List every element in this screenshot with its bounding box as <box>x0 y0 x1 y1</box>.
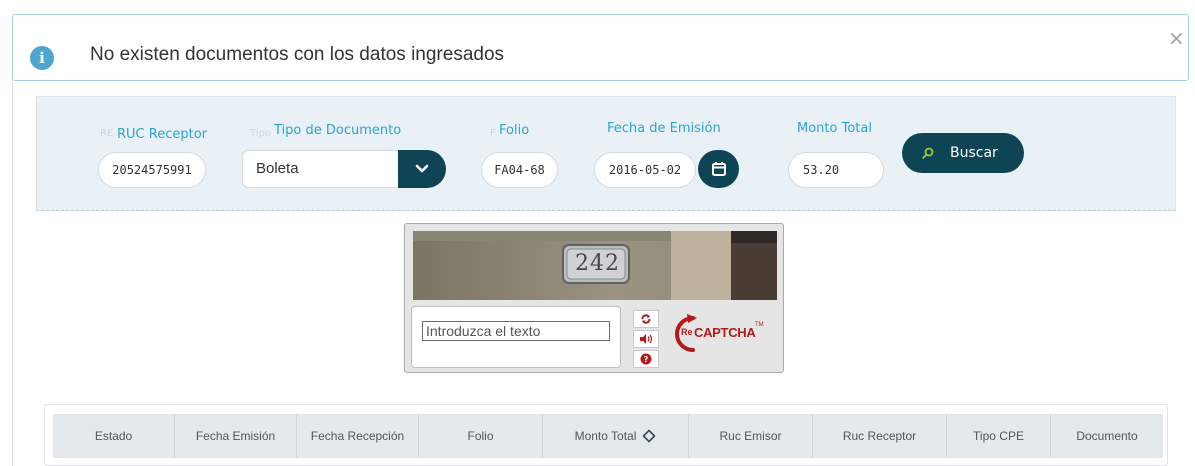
ruc-ghost-label: RE <box>100 128 114 139</box>
search-icon <box>922 133 934 173</box>
calendar-button[interactable] <box>698 150 739 188</box>
captcha-input-box: Introduzca el texto <box>411 306 621 368</box>
page: i No existen documentos con los datos in… <box>0 0 1195 466</box>
header-label: Folio <box>467 429 494 443</box>
tipo-documento-label: Tipo de Documento <box>274 123 402 138</box>
fecha-emision-input[interactable]: 2016-05-02 <box>594 152 696 188</box>
calendar-icon <box>711 162 726 176</box>
refresh-icon[interactable] <box>633 310 659 328</box>
column-header-ruc-receptor[interactable]: Ruc Receptor <box>813 414 947 458</box>
left-divider <box>12 81 13 466</box>
recaptcha-widget: 242 Introduzca el texto ? Re CAPTCHA TM <box>404 223 784 373</box>
captcha-text: 242 <box>575 251 620 276</box>
info-icon: i <box>30 46 54 70</box>
header-label: Ruc Emisor <box>719 429 782 443</box>
folio-ghost-label: F <box>490 128 496 139</box>
header-label: Fecha Emisión <box>195 429 276 443</box>
header-label: Ruc Receptor <box>842 429 917 443</box>
header-label: Fecha Recepción <box>310 429 405 443</box>
help-icon[interactable]: ? <box>633 350 659 368</box>
ruc-receptor-input[interactable]: 20524575991 <box>98 152 206 188</box>
column-header-folio[interactable]: Folio <box>419 414 543 458</box>
fecha-emision-value: 2016-05-02 <box>608 163 682 177</box>
fecha-emision-label: Fecha de Emisión <box>607 121 721 136</box>
folio-input[interactable]: FA04-68 <box>481 152 558 188</box>
alert-message: No existen documentos con los datos ingr… <box>90 44 505 65</box>
column-header-monto-total[interactable]: Monto Total <box>543 414 689 458</box>
svg-text:?: ? <box>644 355 649 364</box>
table-header: Estado Fecha Emisión Fecha Recepción Fol… <box>53 414 1163 458</box>
captcha-input[interactable]: Introduzca el texto <box>422 321 610 341</box>
header-label: Estado <box>94 429 133 443</box>
folio-value: FA04-68 <box>494 163 545 177</box>
tipo-documento-select[interactable]: Boleta <box>242 150 446 188</box>
column-header-documento[interactable]: Documento <box>1051 414 1163 458</box>
column-header-fecha-recepcion[interactable]: Fecha Recepción <box>297 414 419 458</box>
recaptcha-tm: TM <box>755 322 764 328</box>
monto-total-value: 53.20 <box>803 163 840 177</box>
buscar-label: Buscar <box>950 145 998 161</box>
recaptcha-logo-text: CAPTCHA <box>694 325 756 340</box>
recaptcha-logo: Re CAPTCHA TM <box>667 312 777 354</box>
column-header-ruc-emisor[interactable]: Ruc Emisor <box>689 414 813 458</box>
column-header-fecha-emision[interactable]: Fecha Emisión <box>175 414 297 458</box>
chevron-down-icon[interactable] <box>398 150 446 188</box>
ruc-receptor-value: 20524575991 <box>112 163 192 177</box>
header-label: Documento <box>1076 429 1138 443</box>
close-icon[interactable]: × <box>1168 28 1185 48</box>
column-header-estado[interactable]: Estado <box>53 414 175 458</box>
tipo-ghost-label: Tipo <box>250 128 272 139</box>
folio-label: Folio <box>499 123 530 138</box>
header-label: Tipo CPE <box>973 429 1024 443</box>
tipo-documento-value: Boleta <box>256 160 299 177</box>
sort-icon[interactable] <box>642 429 656 443</box>
ruc-receptor-label: RUC Receptor <box>117 127 207 142</box>
header-label: Monto Total <box>574 429 637 443</box>
column-header-tipo-cpe[interactable]: Tipo CPE <box>947 414 1051 458</box>
captcha-input-placeholder: Introduzca el texto <box>426 323 541 339</box>
captcha-image: 242 <box>413 231 777 300</box>
recaptcha-logo-prefix: Re <box>681 327 693 337</box>
monto-total-input[interactable]: 53.20 <box>788 152 884 188</box>
audio-icon[interactable] <box>633 330 659 348</box>
buscar-button[interactable]: Buscar <box>902 133 1024 173</box>
results-table: Estado Fecha Emisión Fecha Recepción Fol… <box>44 404 1168 466</box>
monto-total-label: Monto Total <box>797 121 872 136</box>
